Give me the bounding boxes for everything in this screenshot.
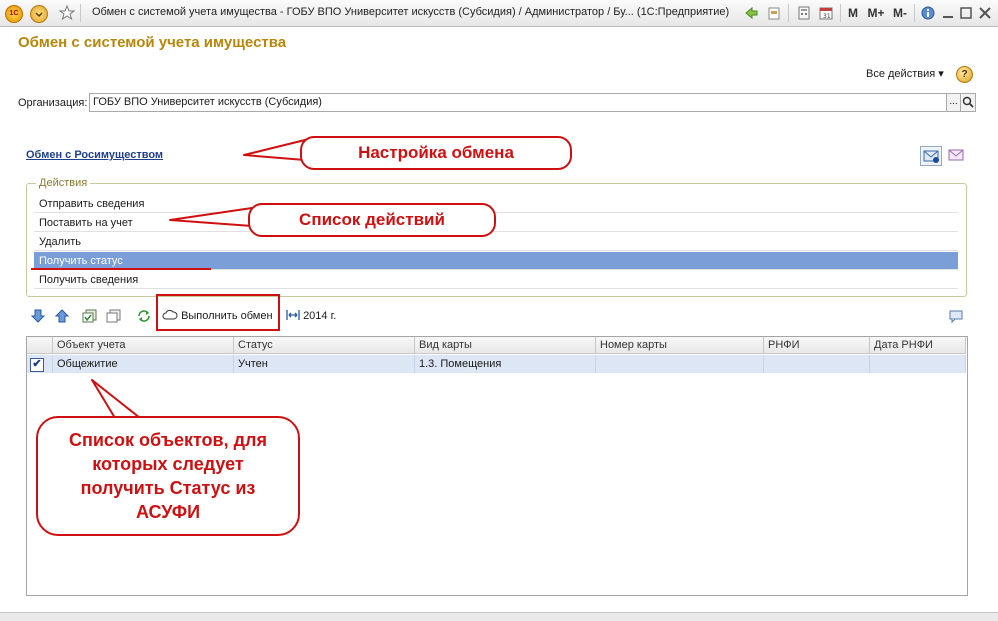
callout-action-list: Список действий xyxy=(248,203,496,237)
callout-exchange-setup: Настройка обмена xyxy=(300,136,572,170)
callout-object-list: Список объектов, для которых следует пол… xyxy=(36,416,300,536)
